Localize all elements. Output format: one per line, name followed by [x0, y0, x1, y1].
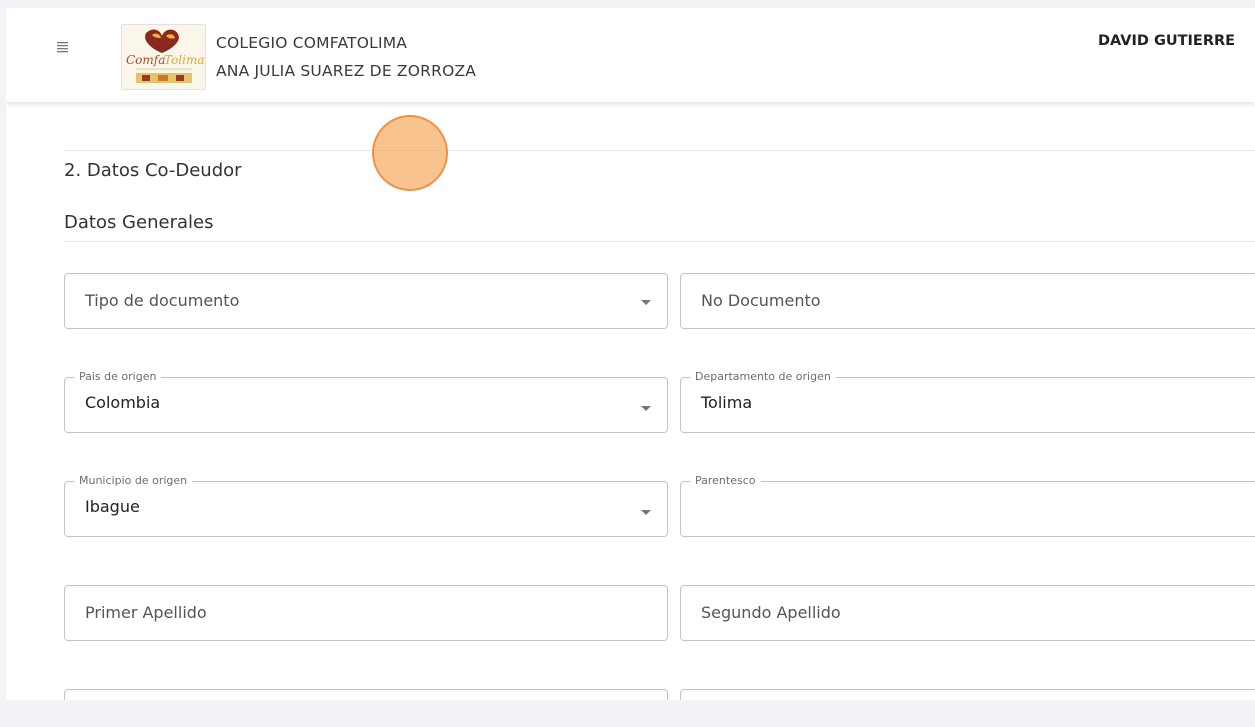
no-documento-input[interactable]: No Documento — [680, 273, 1255, 329]
departamento-origen-select[interactable]: Departamento de origen Tolima — [680, 370, 1255, 433]
parentesco-input[interactable]: Parentesco — [680, 474, 1255, 537]
primer-apellido-input[interactable]: Primer Apellido — [64, 585, 668, 641]
next-row-right-field[interactable] — [680, 689, 1255, 700]
next-row-left-field[interactable] — [64, 689, 668, 700]
pais-origen-label: Pais de origen — [74, 370, 162, 383]
school-logo: Comfa Tolima — [121, 24, 206, 90]
section-title: 2. Datos Co-Deudor — [64, 160, 242, 181]
hamburger-menu-icon[interactable] — [51, 36, 73, 58]
chevron-down-icon[interactable] — [641, 510, 651, 515]
school-name-line1: COLEGIO COMFATOLIMA — [216, 34, 408, 52]
subsection-divider — [64, 241, 1255, 242]
user-name[interactable]: DAVID GUTIERRE — [1098, 33, 1235, 49]
segundo-apellido-input[interactable]: Segundo Apellido — [680, 585, 1255, 641]
municipio-origen-value: Ibague — [85, 497, 140, 516]
pais-origen-value: Colombia — [85, 393, 161, 412]
tipo-documento-select[interactable]: Tipo de documento — [64, 273, 668, 329]
chevron-down-icon[interactable] — [641, 406, 651, 411]
departamento-origen-value: Tolima — [701, 393, 753, 412]
subsection-title: Datos Generales — [64, 212, 214, 233]
top-app-bar: Comfa Tolima COLEGIO COMFATOLIMA ANA JUL… — [6, 8, 1255, 102]
parentesco-label: Parentesco — [690, 474, 761, 487]
segundo-apellido-placeholder: Segundo Apellido — [701, 603, 841, 622]
section-divider — [64, 150, 1255, 151]
svg-text:Comfa: Comfa — [126, 53, 165, 67]
no-documento-placeholder: No Documento — [701, 291, 821, 310]
form-content: 2. Datos Co-Deudor Datos Generales Tipo … — [6, 102, 1255, 700]
tipo-documento-placeholder: Tipo de documento — [85, 291, 240, 310]
svg-text:Tolima: Tolima — [164, 53, 205, 67]
pais-origen-select[interactable]: Pais de origen Colombia — [64, 370, 668, 433]
municipio-origen-label: Municipio de origen — [74, 474, 193, 487]
school-name: COLEGIO COMFATOLIMA ANA JULIA SUAREZ DE … — [216, 29, 476, 85]
app-window: Comfa Tolima COLEGIO COMFATOLIMA ANA JUL… — [6, 8, 1255, 700]
municipio-origen-select[interactable]: Municipio de origen Ibague — [64, 474, 668, 537]
departamento-origen-label: Departamento de origen — [690, 370, 836, 383]
chevron-down-icon[interactable] — [641, 300, 651, 305]
primer-apellido-placeholder: Primer Apellido — [85, 603, 207, 622]
school-name-line2: ANA JULIA SUAREZ DE ZORROZA — [216, 62, 477, 80]
